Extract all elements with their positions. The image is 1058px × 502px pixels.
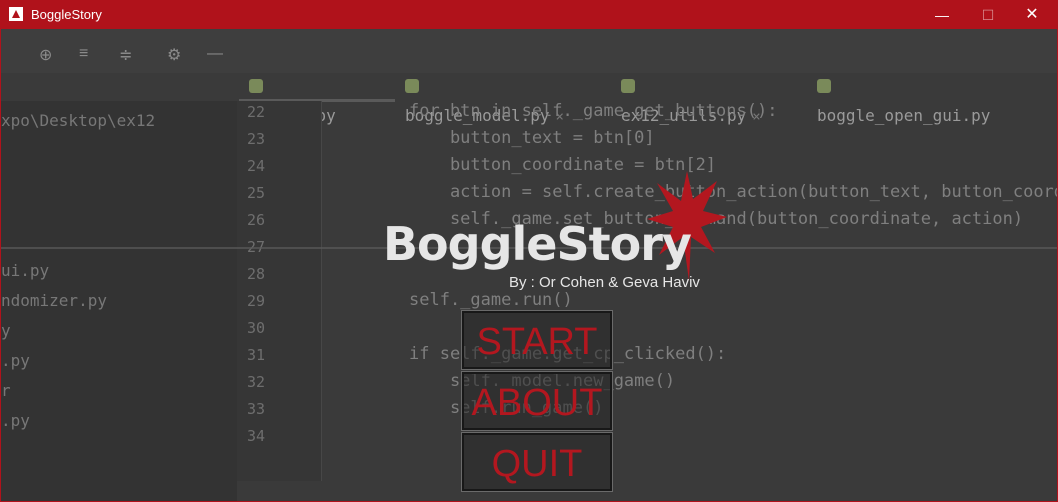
line-number: 26 [247,211,266,229]
title-bar[interactable]: BoggleStory — ☐ ✕ [1,1,1057,29]
code-line: for btn in self._game.get_buttons(): [409,101,778,121]
line-number: 23 [247,130,266,148]
project-file: y [1,321,11,340]
line-number: 24 [247,157,266,175]
app-content: ⊕ ≡ ≑ ⚙ — boggle.py boggle_model.py× ex1… [1,29,1057,501]
project-path: xpo\Desktop\ex12 [1,111,156,130]
code-line: button_text = btn[0] [409,128,655,148]
python-file-icon [621,79,635,93]
tab-boggle: boggle.py [249,71,336,125]
tab-boggle-model: boggle_model.py × [405,71,564,125]
project-file: .py [1,411,30,430]
line-number: 22 [247,103,266,121]
start-button[interactable]: START [461,310,613,370]
project-file: r [1,381,11,400]
expand-icon: ≡ [79,45,89,62]
python-file-icon [817,79,831,93]
authors-byline: By : Or Cohen & Geva Haviv [509,274,700,291]
line-number: 34 [247,427,266,445]
target-icon: ⊕ [39,47,53,64]
hide-icon: — [207,45,223,62]
ide-toolbar [1,29,1057,73]
tab-boggle-open-gui: boggle_open_gui.py [817,71,990,125]
code-line: action = self.create_button_action(butto… [409,182,1057,202]
python-file-icon [249,79,263,93]
window-title: BoggleStory [31,7,102,22]
line-number: 28 [247,265,266,283]
close-button[interactable]: ✕ [1009,1,1055,29]
project-file: ndomizer.py [1,291,107,310]
about-button[interactable]: ABOUT [461,371,613,431]
gear-icon: ⚙ [167,47,182,64]
project-panel: xpo\Desktop\ex12 ui.py ndomizer.py y .py… [1,101,237,501]
project-file: ui.py [1,261,50,280]
minimize-button[interactable]: — [919,1,965,29]
app-icon [9,7,23,21]
python-file-icon [405,79,419,93]
tab-ex12-utils: ex12_utils.py × [621,71,761,125]
line-number: 29 [247,292,266,310]
quit-button[interactable]: QUIT [461,432,613,492]
line-number: 25 [247,184,266,202]
line-number: 31 [247,346,266,364]
app-window: BoggleStory — ☐ ✕ ⊕ ≡ ≑ ⚙ — boggle.py bo… [0,0,1058,502]
line-number: 30 [247,319,266,337]
project-file: .py [1,351,30,370]
collapse-icon: ≑ [119,47,133,64]
line-number: 32 [247,373,266,391]
maximize-button[interactable]: ☐ [965,1,1011,29]
code-line: self._game.run() [409,290,573,310]
game-logo-text: BoggleStory [383,217,692,271]
line-number: 33 [247,400,266,418]
